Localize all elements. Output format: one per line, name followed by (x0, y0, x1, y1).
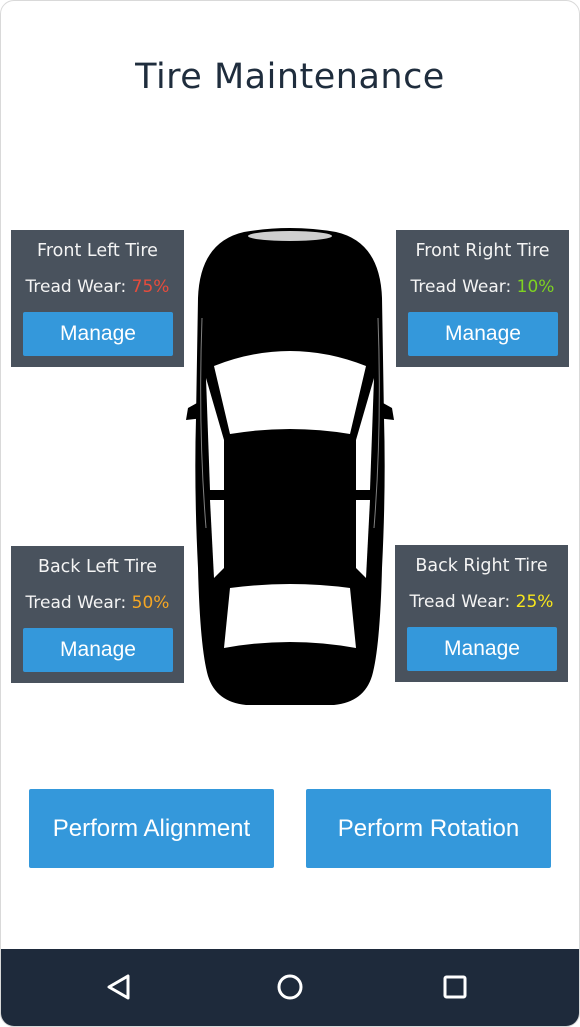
back-right-tire-card: Back Right Tire Tread Wear: 25% Manage (395, 545, 568, 682)
tread-wear-row: Tread Wear: 10% (396, 277, 569, 297)
manage-front-right-button[interactable]: Manage (408, 312, 558, 356)
tread-wear-value: 25% (515, 592, 554, 612)
tire-name: Back Left Tire (37, 557, 158, 577)
back-left-tire-card: Back Left Tire Tread Wear: 50% Manage (11, 546, 184, 683)
page-title: Tire Maintenance (135, 57, 445, 97)
recents-square-icon[interactable] (433, 965, 477, 1009)
tread-wear-value: 10% (516, 277, 555, 297)
tread-wear-label: Tread Wear: (25, 593, 132, 613)
tread-wear-label: Tread Wear: (409, 592, 516, 612)
manage-back-right-button[interactable]: Manage (407, 627, 557, 671)
perform-alignment-button[interactable]: Perform Alignment (29, 789, 274, 868)
home-circle-icon[interactable] (268, 965, 312, 1009)
tread-wear-value: 75% (131, 277, 170, 297)
tread-wear-value: 50% (131, 593, 170, 613)
front-right-tire-card: Front Right Tire Tread Wear: 10% Manage (396, 230, 569, 367)
tread-wear-label: Tread Wear: (25, 277, 132, 297)
manage-front-left-button[interactable]: Manage (23, 312, 173, 356)
tire-name: Front Left Tire (37, 241, 158, 261)
tread-wear-row: Tread Wear: 75% (11, 277, 184, 297)
system-navigation-bar (1, 949, 579, 1026)
car-top-view-image (186, 228, 394, 705)
tread-wear-row: Tread Wear: 25% (395, 592, 568, 612)
perform-rotation-button[interactable]: Perform Rotation (306, 789, 551, 868)
tire-name: Front Right Tire (415, 241, 550, 261)
front-left-tire-card: Front Left Tire Tread Wear: 75% Manage (11, 230, 184, 367)
manage-back-left-button[interactable]: Manage (23, 628, 173, 672)
back-triangle-icon[interactable] (97, 965, 141, 1009)
tread-wear-label: Tread Wear: (410, 277, 517, 297)
tire-name: Back Right Tire (415, 556, 548, 576)
tread-wear-row: Tread Wear: 50% (11, 593, 184, 613)
phone-screen: Tire Maintenance Front Left Tire Tread W… (0, 0, 580, 1027)
